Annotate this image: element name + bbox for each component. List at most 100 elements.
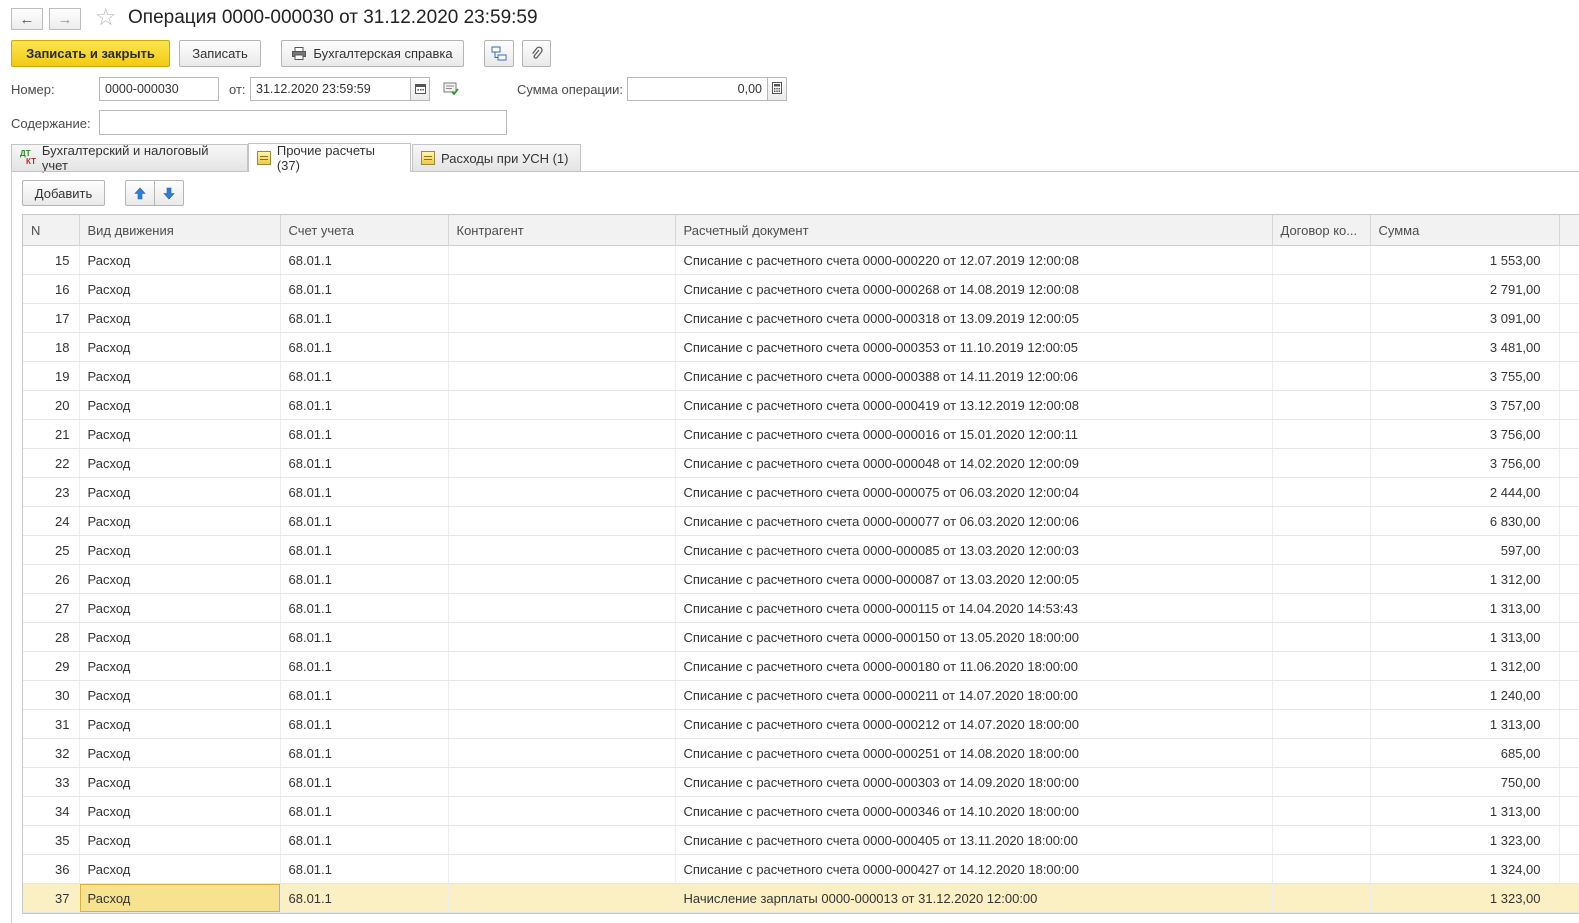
cell-account[interactable]: 68.01.1 [280, 390, 449, 420]
favorite-star-icon[interactable]: ☆ [95, 5, 117, 31]
cell-amount[interactable]: 3 091,00 [1370, 303, 1560, 333]
cell-counterparty[interactable] [448, 477, 676, 507]
table-row[interactable]: 25 Расход 68.01.1 Списание с расчетного сче… [23, 535, 1579, 565]
cell-n[interactable]: 24 [23, 506, 80, 536]
cell-account[interactable]: 68.01.1 [280, 477, 449, 507]
table-row[interactable]: 17 Расход 68.01.1 Списание с расчетного сче… [23, 303, 1579, 333]
cell-settlement-document[interactable]: Начисление зарплаты 0000-000013 от 31.12… [675, 883, 1273, 913]
cell-counterparty[interactable] [448, 245, 676, 275]
cell-account[interactable]: 68.01.1 [280, 535, 449, 565]
cell-amount[interactable]: 1 323,00 [1370, 883, 1560, 913]
cell-contract[interactable] [1272, 361, 1371, 391]
table-row[interactable]: 22 Расход 68.01.1 Списание с расчетного сче… [23, 448, 1579, 478]
cell-counterparty[interactable] [448, 564, 676, 594]
cell-settlement-document[interactable]: Списание с расчетного счета 0000-000180 … [675, 651, 1273, 681]
cell-counterparty[interactable] [448, 622, 676, 652]
cell-settlement-document[interactable]: Списание с расчетного счета 0000-000268 … [675, 274, 1273, 304]
cell-settlement-document[interactable]: Списание с расчетного счета 0000-000115 … [675, 593, 1273, 623]
table-row[interactable]: 26 Расход 68.01.1 Списание с расчетного сче… [23, 564, 1579, 594]
cell-movement-type[interactable]: Расход [79, 419, 281, 449]
cell-amount[interactable]: 1 312,00 [1370, 564, 1560, 594]
cell-counterparty[interactable] [448, 419, 676, 449]
attachments-button[interactable] [522, 40, 551, 67]
cell-contract[interactable] [1272, 303, 1371, 333]
cell-settlement-document[interactable]: Списание с расчетного счета 0000-000388 … [675, 361, 1273, 391]
cell-contract[interactable] [1272, 419, 1371, 449]
cell-counterparty[interactable] [448, 593, 676, 623]
cell-counterparty[interactable] [448, 361, 676, 391]
table-row[interactable]: 28 Расход 68.01.1 Списание с расчетного сче… [23, 622, 1579, 652]
table-row[interactable]: 33 Расход 68.01.1 Списание с расчетного сче… [23, 767, 1579, 797]
table-row[interactable]: 35 Расход 68.01.1 Списание с расчетного сче… [23, 825, 1579, 855]
cell-counterparty[interactable] [448, 709, 676, 739]
cell-settlement-document[interactable]: Списание с расчетного счета 0000-000150 … [675, 622, 1273, 652]
cell-contract[interactable] [1272, 622, 1371, 652]
cell-account[interactable]: 68.01.1 [280, 593, 449, 623]
column-header-account[interactable]: Счет учета [280, 215, 449, 246]
cell-n[interactable]: 22 [23, 448, 80, 478]
cell-amount[interactable]: 1 324,00 [1370, 854, 1560, 884]
cell-account[interactable]: 68.01.1 [280, 680, 449, 710]
cell-counterparty[interactable] [448, 854, 676, 884]
cell-contract[interactable] [1272, 390, 1371, 420]
cell-settlement-document[interactable]: Списание с расчетного счета 0000-000211 … [675, 680, 1273, 710]
cell-movement-type[interactable]: Расход [79, 390, 281, 420]
cell-contract[interactable] [1272, 477, 1371, 507]
cell-contract[interactable] [1272, 796, 1371, 826]
table-row[interactable]: 23 Расход 68.01.1 Списание с расчетного сче… [23, 477, 1579, 507]
date-picker-button[interactable] [410, 77, 430, 101]
cell-n[interactable]: 23 [23, 477, 80, 507]
cell-n[interactable]: 21 [23, 419, 80, 449]
cell-settlement-document[interactable]: Списание с расчетного счета 0000-000427 … [675, 854, 1273, 884]
cell-movement-type[interactable]: Расход [79, 738, 281, 768]
cell-contract[interactable] [1272, 245, 1371, 275]
cell-contract[interactable] [1272, 883, 1371, 913]
cell-amount[interactable]: 750,00 [1370, 767, 1560, 797]
cell-contract[interactable] [1272, 709, 1371, 739]
cell-settlement-document[interactable]: Списание с расчетного счета 0000-000212 … [675, 709, 1273, 739]
cell-counterparty[interactable] [448, 274, 676, 304]
cell-counterparty[interactable] [448, 506, 676, 536]
cell-n[interactable]: 25 [23, 535, 80, 565]
cell-amount[interactable]: 1 240,00 [1370, 680, 1560, 710]
cell-settlement-document[interactable]: Списание с расчетного счета 0000-000419 … [675, 390, 1273, 420]
table-row[interactable]: 27 Расход 68.01.1 Списание с расчетного сче… [23, 593, 1579, 623]
column-header-n[interactable]: N [23, 215, 80, 246]
cell-n[interactable]: 34 [23, 796, 80, 826]
cell-counterparty[interactable] [448, 883, 676, 913]
cell-contract[interactable] [1272, 854, 1371, 884]
cell-movement-type[interactable]: Расход [79, 796, 281, 826]
table-row[interactable]: 29 Расход 68.01.1 Списание с расчетного сче… [23, 651, 1579, 681]
cell-n[interactable]: 35 [23, 825, 80, 855]
cell-amount[interactable]: 2 444,00 [1370, 477, 1560, 507]
cell-account[interactable]: 68.01.1 [280, 245, 449, 275]
save-and-close-button[interactable]: Записать и закрыть [11, 40, 170, 67]
cell-counterparty[interactable] [448, 825, 676, 855]
settlements-table[interactable]: N Вид движения Счет учета Контрагент Рас… [22, 214, 1579, 914]
cell-account[interactable]: 68.01.1 [280, 651, 449, 681]
cell-amount[interactable]: 685,00 [1370, 738, 1560, 768]
cell-movement-type[interactable]: Расход [79, 448, 281, 478]
cell-amount[interactable]: 2 791,00 [1370, 274, 1560, 304]
move-up-button[interactable] [125, 180, 155, 206]
cell-n[interactable]: 31 [23, 709, 80, 739]
table-row[interactable]: 15 Расход 68.01.1 Списание с расчетного сче… [23, 245, 1579, 275]
save-button[interactable]: Записать [179, 40, 261, 67]
cell-n[interactable]: 29 [23, 651, 80, 681]
cell-settlement-document[interactable]: Списание с расчетного счета 0000-000077 … [675, 506, 1273, 536]
cell-movement-type[interactable]: Расход [79, 245, 281, 275]
cell-contract[interactable] [1272, 738, 1371, 768]
cell-n[interactable]: 27 [23, 593, 80, 623]
cell-movement-type[interactable]: Расход [79, 767, 281, 797]
cell-contract[interactable] [1272, 274, 1371, 304]
cell-contract[interactable] [1272, 593, 1371, 623]
cell-account[interactable]: 68.01.1 [280, 303, 449, 333]
number-field[interactable]: 0000-000030 [99, 77, 219, 101]
cell-counterparty[interactable] [448, 390, 676, 420]
move-down-button[interactable] [154, 180, 184, 206]
cell-movement-type[interactable]: Расход [79, 274, 281, 304]
cell-amount[interactable]: 6 830,00 [1370, 506, 1560, 536]
cell-movement-type[interactable]: Расход [79, 593, 281, 623]
forward-button[interactable]: → [49, 8, 81, 30]
cell-counterparty[interactable] [448, 680, 676, 710]
